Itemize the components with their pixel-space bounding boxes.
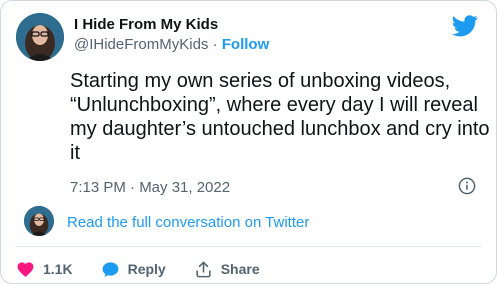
author-avatar[interactable]	[16, 13, 64, 61]
handle-separator: ·	[208, 36, 222, 53]
author-info: I Hide From My Kids @IHideFromMyKids · F…	[74, 15, 269, 55]
share-button[interactable]: Share	[194, 260, 260, 279]
divider	[15, 246, 482, 247]
twitter-bird-icon[interactable]	[452, 15, 478, 37]
reply-button[interactable]: Reply	[101, 260, 166, 279]
share-icon	[196, 261, 211, 277]
read-conversation-link[interactable]: Read the full conversation on Twitter	[67, 214, 309, 232]
conversation-avatar	[24, 206, 54, 236]
tweet-text: Starting my own series of unboxing video…	[70, 70, 490, 164]
info-icon[interactable]	[458, 177, 476, 195]
tweet-timestamp[interactable]: 7:13 PM · May 31, 2022	[70, 179, 230, 197]
author-display-name[interactable]: I Hide From My Kids	[74, 15, 269, 35]
reply-label: Reply	[127, 261, 166, 277]
embedded-tweet-card: I Hide From My Kids @IHideFromMyKids · F…	[0, 0, 497, 284]
follow-button[interactable]: Follow	[222, 36, 270, 53]
heart-icon	[17, 261, 34, 277]
author-handle[interactable]: @IHideFromMyKids	[74, 36, 208, 53]
action-bar: 1.1K Reply Share	[16, 258, 288, 280]
author-handle-line: @IHideFromMyKids · Follow	[74, 35, 269, 55]
like-button[interactable]: 1.1K	[16, 260, 73, 279]
share-label: Share	[220, 261, 260, 277]
speech-bubble-icon	[102, 261, 118, 277]
like-count: 1.1K	[43, 261, 73, 277]
